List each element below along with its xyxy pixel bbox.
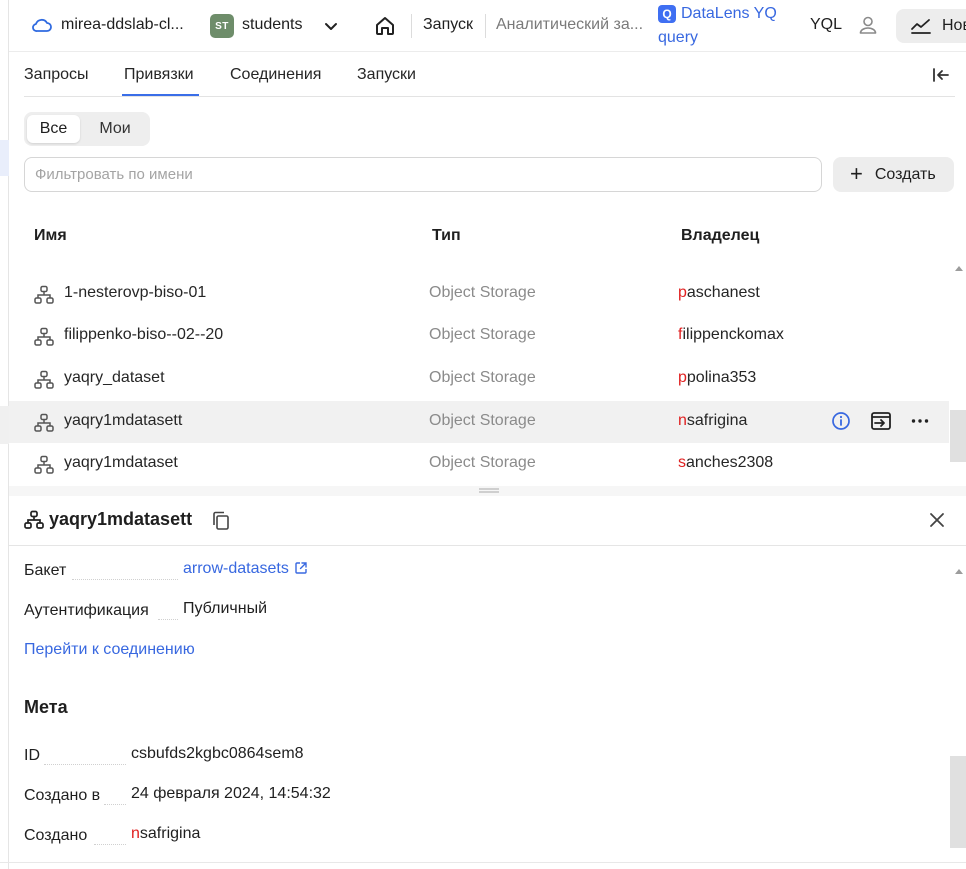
divider xyxy=(9,545,966,546)
tab-launches[interactable]: Запуски xyxy=(357,66,416,84)
close-icon[interactable] xyxy=(928,511,946,533)
meta-heading: Мета xyxy=(24,697,68,717)
chart-line-icon xyxy=(911,19,931,34)
tab-bindings[interactable]: Привязки xyxy=(124,66,194,84)
column-header-type[interactable]: Тип xyxy=(432,227,461,245)
top-bar: mirea-ddslab-cl... ST students Запуск Ан… xyxy=(9,0,966,52)
detail-scrollbar[interactable] xyxy=(950,756,966,848)
row-owner: filippenckomax xyxy=(678,326,784,343)
bucket-link[interactable]: arrow-datasets xyxy=(183,560,308,580)
row-owner: sanches2308 xyxy=(678,454,774,471)
insert-into-query-icon[interactable] xyxy=(870,411,892,431)
folder-selector[interactable]: students xyxy=(242,16,302,34)
create-binding-button[interactable]: + Создать xyxy=(833,157,954,192)
nav-highlight-row xyxy=(0,406,9,444)
datalens-link-query[interactable]: query xyxy=(658,29,698,47)
divider xyxy=(485,14,486,38)
datalens-badge-icon: Q xyxy=(658,5,676,23)
cloud-icon[interactable] xyxy=(31,15,53,39)
yql-button[interactable]: YQL xyxy=(810,16,842,34)
table-row-selected[interactable]: yaqry1mdatasett Object Storage nsafrigin… xyxy=(9,401,949,443)
id-value: csbufds2kgbc0864sem8 xyxy=(131,745,304,762)
table-row[interactable]: filippenko-biso--02--20 Object Storage f… xyxy=(9,315,949,357)
row-type: Object Storage xyxy=(429,412,536,429)
row-name: 1-nesterovp-biso-01 xyxy=(64,284,207,301)
binding-icon xyxy=(34,285,54,309)
row-name: yaqry_dataset xyxy=(64,369,165,386)
binding-icon xyxy=(34,370,54,394)
id-label: ID xyxy=(24,747,40,764)
segment-mine[interactable]: Мои xyxy=(86,115,144,143)
binding-icon xyxy=(34,455,54,479)
detail-title: yaqry1mdatasett xyxy=(49,509,193,529)
row-owner: paschanest xyxy=(678,284,760,301)
divider xyxy=(411,14,412,38)
new-analysis-button[interactable]: Новы xyxy=(896,9,966,43)
binding-icon xyxy=(34,327,54,351)
app-nav-strip xyxy=(0,0,9,869)
leader-dots xyxy=(104,804,126,805)
row-name: yaqry1mdataset xyxy=(64,454,178,471)
filter-by-name-input[interactable] xyxy=(24,157,822,192)
binding-icon xyxy=(24,510,44,534)
user-icon[interactable] xyxy=(858,15,878,39)
plus-icon: + xyxy=(850,160,863,186)
scroll-up-arrow-icon[interactable] xyxy=(955,266,963,271)
leader-dots xyxy=(44,764,126,765)
breadcrumb-launch[interactable]: Запуск xyxy=(423,16,473,34)
collapse-panel-icon[interactable] xyxy=(931,66,951,88)
leader-dots xyxy=(94,844,126,845)
info-icon[interactable] xyxy=(831,411,851,431)
drag-grip-icon xyxy=(479,488,499,493)
table-scrollbar[interactable] xyxy=(950,410,966,462)
created-at-value: 24 февраля 2024, 14:54:32 xyxy=(131,785,331,802)
row-actions xyxy=(831,411,930,431)
segment-all[interactable]: Все xyxy=(27,115,80,143)
bucket-label: Бакет xyxy=(24,562,67,579)
scroll-up-arrow-icon[interactable] xyxy=(955,569,963,574)
created-by-value: nsafrigina xyxy=(131,825,201,842)
column-header-owner[interactable]: Владелец xyxy=(681,227,759,245)
panel-resize-handle[interactable] xyxy=(9,486,966,496)
column-header-name[interactable]: Имя xyxy=(34,227,67,245)
active-tab-indicator xyxy=(122,94,199,96)
more-icon[interactable] xyxy=(910,411,930,431)
row-name: filippenko-biso--02--20 xyxy=(64,326,224,343)
leader-dots xyxy=(158,619,178,620)
row-owner: ppolina353 xyxy=(678,369,757,386)
auth-value: Публичный xyxy=(183,600,268,617)
binding-icon xyxy=(34,413,54,437)
external-link-icon xyxy=(294,561,308,580)
created-by-label: Создано xyxy=(24,827,88,844)
row-owner: nsafrigina xyxy=(678,412,748,429)
table-row[interactable]: yaqry1mdataset Object Storage sanches230… xyxy=(9,443,949,485)
folder-avatar: ST xyxy=(210,14,234,38)
row-type: Object Storage xyxy=(429,284,536,301)
row-name: yaqry1mdatasett xyxy=(64,412,183,429)
new-analysis-label: Новы xyxy=(942,17,966,34)
auth-label: Аутентификация xyxy=(24,602,149,619)
cloud-selector[interactable]: mirea-ddslab-cl... xyxy=(61,16,184,34)
divider xyxy=(0,862,966,863)
row-type: Object Storage xyxy=(429,369,536,386)
copy-icon[interactable] xyxy=(212,511,230,535)
table-row[interactable]: 1-nesterovp-biso-01 Object Storage pasch… xyxy=(9,273,949,315)
create-label: Создать xyxy=(874,165,936,183)
created-at-label: Создано в xyxy=(24,787,101,804)
owner-filter-segmented: Все Мои xyxy=(24,112,150,146)
tabs-bar: Запросы Привязки Соединения Запуски xyxy=(24,52,955,97)
breadcrumb-analytic[interactable]: Аналитический за... xyxy=(496,16,643,34)
chevron-down-icon[interactable] xyxy=(322,17,340,39)
datalens-link[interactable]: DataLens YQ xyxy=(681,5,777,23)
tab-queries[interactable]: Запросы xyxy=(24,66,89,84)
row-type: Object Storage xyxy=(429,326,536,343)
home-icon[interactable] xyxy=(374,15,396,41)
goto-connection-link[interactable]: Перейти к соединению xyxy=(24,641,195,659)
tab-connections[interactable]: Соединения xyxy=(230,66,321,84)
leader-dots xyxy=(72,579,178,580)
row-type: Object Storage xyxy=(429,454,536,471)
nav-highlight xyxy=(0,140,9,176)
table-row[interactable]: yaqry_dataset Object Storage ppolina353 xyxy=(9,358,949,400)
